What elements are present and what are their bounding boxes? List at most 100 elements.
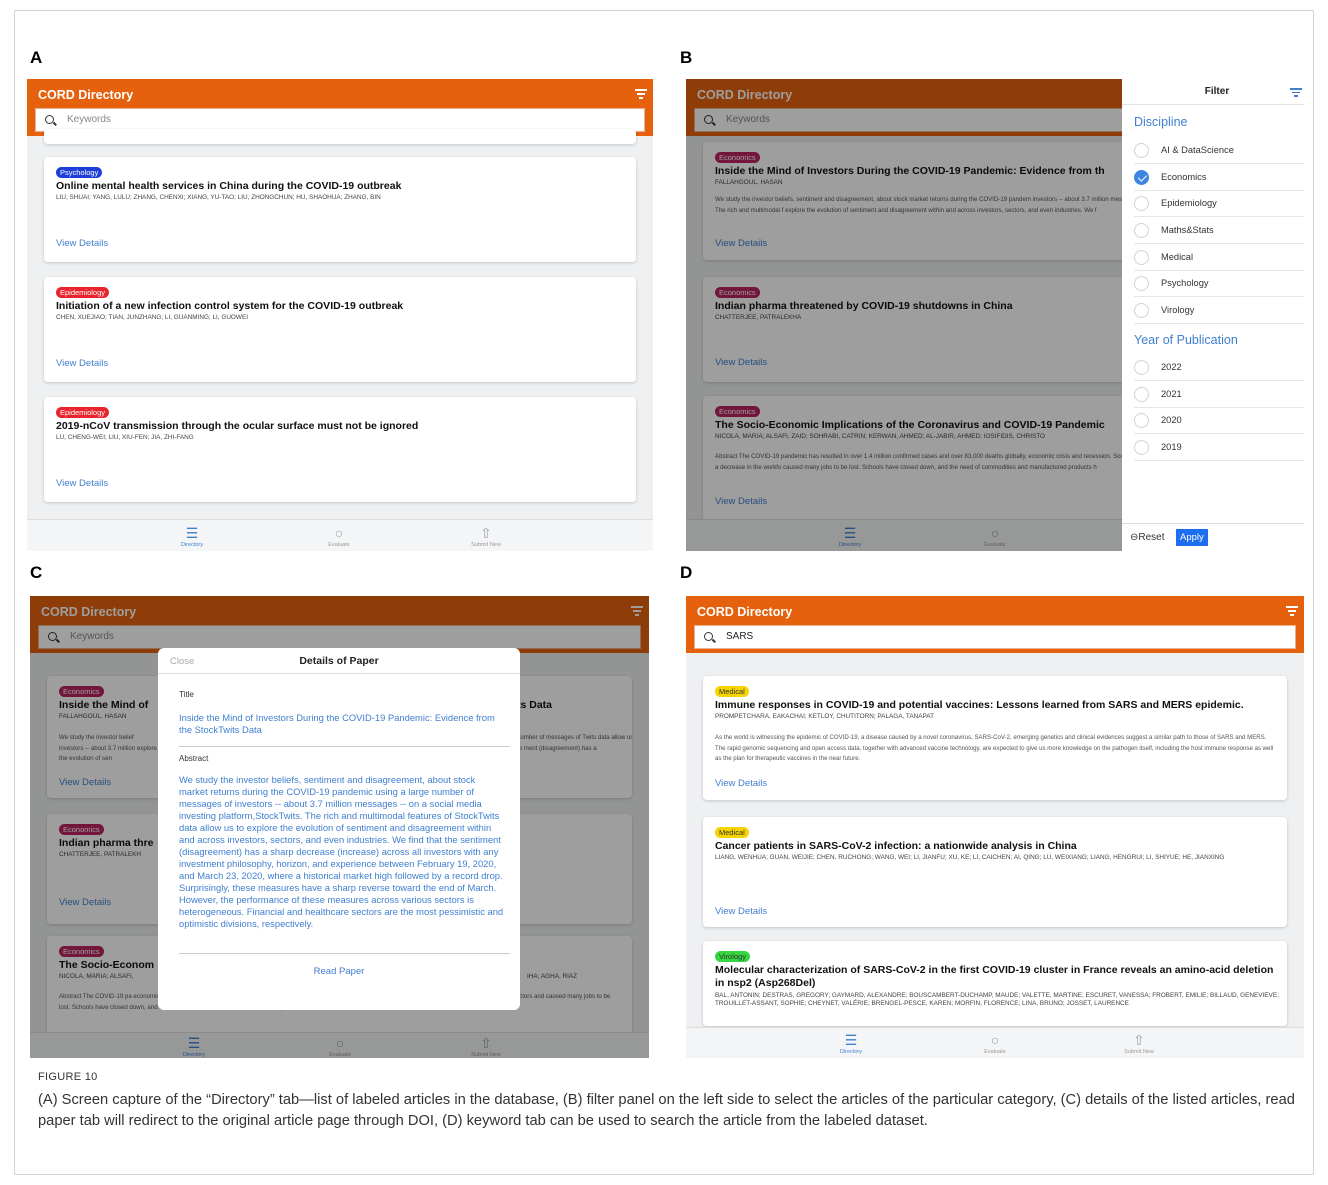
filter-icon[interactable] bbox=[1290, 88, 1302, 99]
radio-button[interactable] bbox=[1134, 360, 1149, 375]
list-item: Epidemiology 2019-nCoV transmission thro… bbox=[44, 397, 636, 502]
view-details-link[interactable]: View Details bbox=[715, 778, 767, 789]
tab-directory[interactable]: ☰ Directory bbox=[162, 524, 222, 548]
app-title: CORD Directory bbox=[38, 88, 134, 102]
paper-details-modal: Close Details of Paper Title Inside the … bbox=[158, 648, 520, 1010]
filter-option-epidemiology[interactable]: Epidemiology bbox=[1134, 190, 1304, 217]
option-label: Medical bbox=[1161, 252, 1194, 262]
panel-label-c: C bbox=[30, 563, 43, 582]
view-details-link[interactable]: View Details bbox=[56, 478, 108, 489]
paper-title: Inside the Mind of Investors During the … bbox=[179, 712, 495, 735]
article-authors: BAL, ANTONIN; DESTRAS, GRÉGORY; GAYMARD,… bbox=[715, 992, 1279, 1007]
tab-label: Directory bbox=[180, 542, 203, 548]
app-title: CORD Directory bbox=[697, 605, 793, 619]
search-icon bbox=[704, 632, 713, 641]
tab-submit-new[interactable]: ⇧ Submit New bbox=[1109, 1031, 1169, 1055]
read-paper-link[interactable]: Read Paper bbox=[158, 966, 520, 977]
filter-option-economics[interactable]: Economics bbox=[1134, 164, 1304, 191]
radio-button[interactable] bbox=[1134, 440, 1149, 455]
share-icon: ⇧ bbox=[480, 525, 492, 541]
apply-button[interactable]: Apply bbox=[1176, 529, 1208, 546]
tab-evaluate[interactable]: ○ Evaluate bbox=[965, 1031, 1025, 1055]
article-authors: LIU, SHUAI; YANG, LULU; ZHANG, CHENXI; X… bbox=[56, 194, 381, 201]
article-title: Initiation of a new infection control sy… bbox=[56, 300, 404, 312]
tab-label: Directory bbox=[839, 1049, 862, 1055]
list-item: Medical Cancer patients in SARS-CoV-2 in… bbox=[703, 817, 1287, 927]
list-item: Psychology Online mental health services… bbox=[44, 157, 636, 262]
article-title: Molecular characterization of SARS-CoV-2… bbox=[715, 964, 1274, 989]
option-label: 2022 bbox=[1161, 362, 1182, 372]
search-icon: ○ bbox=[990, 1032, 1000, 1048]
divider bbox=[179, 746, 510, 747]
list-item: Epidemiology Initiation of a new infecti… bbox=[44, 277, 636, 382]
tab-evaluate[interactable]: ○ Evaluate bbox=[309, 524, 369, 548]
search-icon bbox=[45, 115, 54, 124]
tab-directory[interactable]: ☰ Directory bbox=[821, 1031, 881, 1055]
divider bbox=[179, 953, 510, 954]
filter-header: Filter bbox=[1122, 79, 1304, 105]
category-badge: Medical bbox=[715, 827, 749, 838]
search-placeholder: Keywords bbox=[67, 114, 111, 125]
app-header: CORD Directory Keywords bbox=[27, 79, 653, 136]
discipline-heading: Discipline bbox=[1134, 115, 1188, 129]
radio-button[interactable] bbox=[1134, 250, 1149, 265]
search-icon: ○ bbox=[334, 525, 344, 541]
option-label: 2019 bbox=[1161, 442, 1182, 452]
filter-icon[interactable] bbox=[635, 89, 647, 99]
list-icon: ☰ bbox=[844, 1032, 858, 1048]
radio-button[interactable] bbox=[1134, 303, 1149, 318]
option-label: Economics bbox=[1161, 172, 1207, 182]
radio-button-checked[interactable] bbox=[1134, 170, 1149, 185]
figure-number: FIGURE 10 bbox=[38, 1071, 98, 1083]
filter-title: Filter bbox=[1204, 86, 1230, 97]
radio-button[interactable] bbox=[1134, 413, 1149, 428]
title-label: Title bbox=[179, 690, 194, 699]
modal-title: Details of Paper bbox=[299, 655, 379, 667]
share-icon: ⇧ bbox=[1133, 1032, 1145, 1048]
figure-caption: FIGURE 10 (A) Screen capture of the “Dir… bbox=[38, 1071, 1298, 1131]
panel-c-screen: CORD Directory Keywords Economics Inside… bbox=[30, 596, 649, 1058]
option-label: AI & DataScience bbox=[1161, 145, 1234, 155]
category-badge: Virology bbox=[715, 951, 750, 962]
search-value: SARS bbox=[726, 631, 754, 642]
radio-button[interactable] bbox=[1134, 143, 1149, 158]
option-label: Virology bbox=[1161, 305, 1195, 315]
paper-abstract: We study the investor beliefs, sentiment… bbox=[179, 774, 504, 929]
category-badge: Epidemiology bbox=[56, 287, 110, 298]
filter-option-2020[interactable]: 2020 bbox=[1134, 407, 1304, 434]
panel-label-d: D bbox=[680, 563, 693, 582]
panel-a-screen: CORD Directory Keywords Psychology Onlin… bbox=[27, 79, 653, 551]
category-badge: Medical bbox=[715, 686, 749, 697]
filter-option-2022[interactable]: 2022 bbox=[1134, 354, 1304, 381]
panel-label-b: B bbox=[680, 48, 693, 67]
view-details-link[interactable]: View Details bbox=[715, 906, 767, 917]
option-label: 2021 bbox=[1161, 389, 1182, 399]
filter-option-maths-stats[interactable]: Maths&Stats bbox=[1134, 217, 1304, 244]
filter-option-virology[interactable]: Virology bbox=[1134, 297, 1304, 324]
radio-button[interactable] bbox=[1134, 387, 1149, 402]
search-input[interactable]: SARS bbox=[694, 625, 1296, 649]
filter-icon[interactable] bbox=[1286, 606, 1298, 616]
article-authors: LIANG, WENHUA; GUAN, WEIJIE; CHEN, RUCHO… bbox=[715, 854, 1225, 861]
filter-option-medical[interactable]: Medical bbox=[1134, 244, 1304, 271]
radio-button[interactable] bbox=[1134, 276, 1149, 291]
tab-submit-new[interactable]: ⇧ Submit New bbox=[456, 524, 516, 548]
filter-option-ai-datascience[interactable]: AI & DataScience bbox=[1134, 137, 1304, 164]
filter-option-psychology[interactable]: Psychology bbox=[1134, 270, 1304, 297]
reset-button[interactable]: ⊖Reset bbox=[1130, 532, 1165, 543]
divider bbox=[158, 673, 520, 674]
abstract-label: Abstract bbox=[179, 754, 209, 763]
filter-option-2019[interactable]: 2019 bbox=[1134, 434, 1304, 461]
article-authors: LU, CHENG-WEI; LIU, XIU-FEN; JIA, ZHI-FA… bbox=[56, 434, 194, 441]
article-authors: CHEN, XUEJIAO; TIAN, JUNZHANG; LI, GUANM… bbox=[56, 314, 248, 321]
option-label: 2020 bbox=[1161, 415, 1182, 425]
filter-option-2021[interactable]: 2021 bbox=[1134, 381, 1304, 408]
list-icon: ☰ bbox=[185, 525, 199, 541]
view-details-link[interactable]: View Details bbox=[56, 238, 108, 249]
category-badge: Psychology bbox=[56, 167, 103, 178]
tab-label: Evaluate bbox=[984, 1049, 1006, 1055]
article-authors: PROMPETCHARA, EAKACHAI; KETLOY, CHUTITOR… bbox=[715, 713, 934, 720]
radio-button[interactable] bbox=[1134, 223, 1149, 238]
radio-button[interactable] bbox=[1134, 196, 1149, 211]
view-details-link[interactable]: View Details bbox=[56, 358, 108, 369]
